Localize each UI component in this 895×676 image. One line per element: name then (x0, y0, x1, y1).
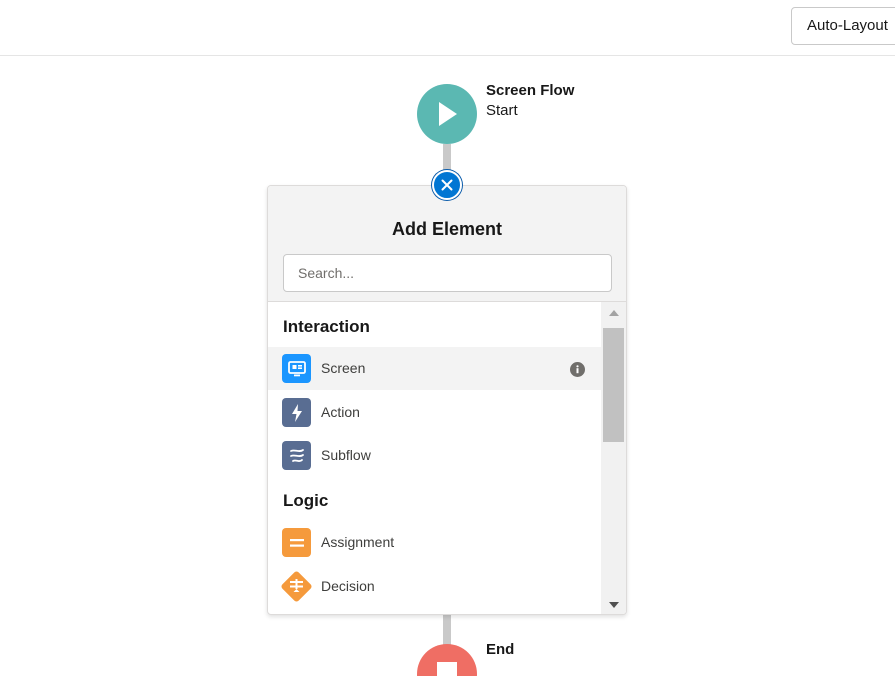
scroll-up-arrow[interactable] (601, 302, 626, 324)
section-heading-interaction: Interaction (283, 317, 370, 336)
flow-builder-canvas: Auto-Layout Screen Flow Start Add Elemen… (0, 0, 895, 676)
element-list: Interaction Screen Action Subflow Logic … (268, 302, 601, 614)
assignment-icon (282, 528, 311, 557)
end-node[interactable] (417, 644, 477, 676)
popover-header: Add Element (268, 186, 626, 302)
section-heading-logic: Logic (283, 491, 329, 510)
close-add-element-button[interactable] (432, 170, 462, 200)
element-item-action[interactable]: Action (268, 391, 601, 434)
info-icon[interactable] (570, 362, 585, 377)
screen-icon (282, 354, 311, 383)
element-item-subflow[interactable]: Subflow (268, 434, 601, 477)
stop-icon (437, 662, 457, 676)
popover-title: Add Element (391, 219, 502, 239)
add-element-popover: Add Element Interaction Screen (267, 185, 627, 615)
start-node[interactable] (417, 84, 477, 144)
element-item-label: Decision (321, 578, 375, 594)
element-item-decision[interactable]: Decision (268, 565, 601, 608)
element-item-assignment[interactable]: Assignment (268, 521, 601, 564)
element-item-label: Action (321, 404, 360, 420)
decision-icon (278, 568, 315, 605)
element-item-label: Subflow (321, 447, 371, 463)
close-icon (441, 179, 453, 191)
auto-layout-button[interactable]: Auto-Layout (791, 7, 895, 45)
scroll-down-arrow[interactable] (601, 594, 626, 614)
start-node-subtitle: Start (486, 102, 518, 119)
flow-connector-bottom (443, 612, 451, 646)
element-item-label: Screen (321, 360, 366, 376)
list-scrollbar[interactable] (601, 302, 626, 614)
end-node-title: End (486, 641, 515, 658)
start-node-title: Screen Flow (486, 82, 575, 99)
scroll-thumb[interactable] (603, 328, 624, 442)
element-item-screen[interactable]: Screen (268, 347, 601, 390)
element-item-label: Assignment (321, 534, 395, 550)
play-icon (439, 102, 457, 126)
subflow-icon (282, 441, 311, 470)
top-toolbar: Auto-Layout (0, 0, 895, 56)
search-input[interactable] (283, 254, 612, 292)
lightning-icon (282, 398, 311, 427)
